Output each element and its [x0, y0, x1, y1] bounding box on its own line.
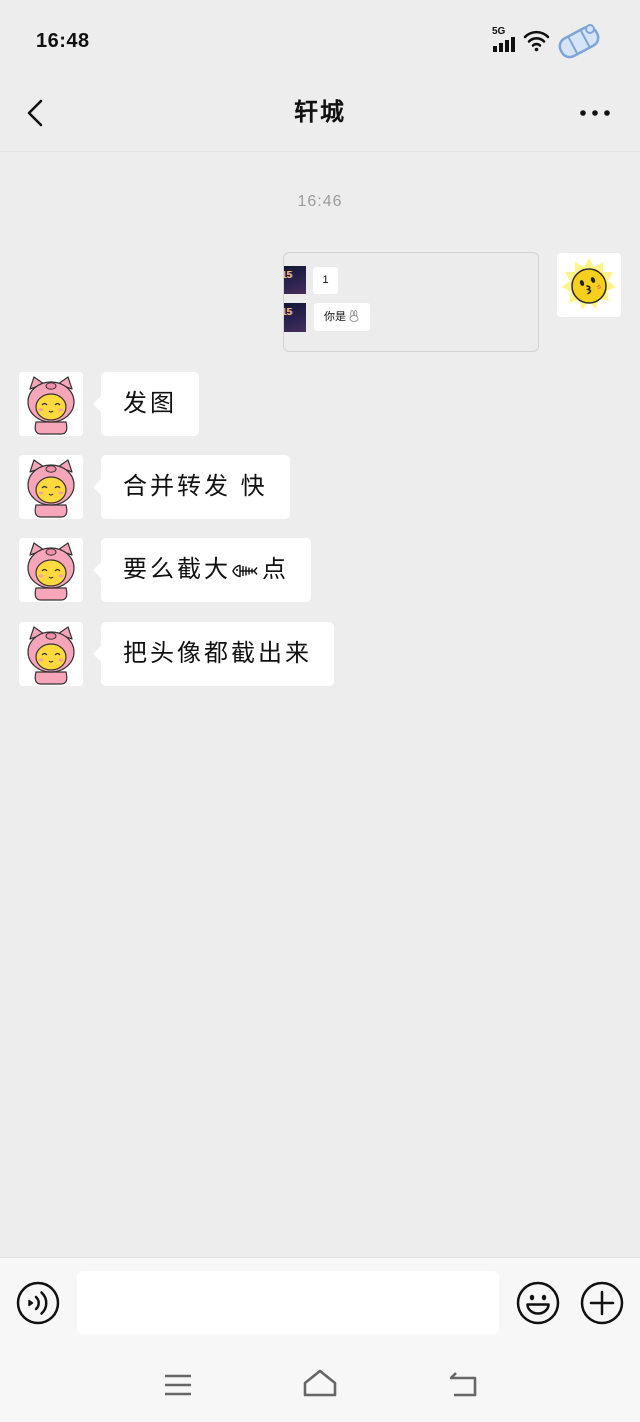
header-divider — [0, 151, 640, 152]
image-thumbnail: 15 — [284, 303, 306, 332]
bubble-tail — [93, 396, 101, 412]
message-bubble[interactable]: 要么截大 点 — [101, 538, 311, 602]
image-bubble: 你是 — [314, 303, 370, 331]
received-message: 把头像都截出来 — [0, 622, 640, 686]
bubble-tail — [93, 646, 101, 662]
message-text-before: 要么截大 — [123, 556, 231, 583]
thumbnail-text: 15 — [284, 270, 293, 281]
input-bar — [0, 1257, 640, 1422]
menu-icon[interactable] — [164, 1373, 192, 1397]
received-message: 发图 — [0, 372, 640, 436]
message-bubble[interactable]: 把头像都截出来 — [101, 622, 334, 686]
home-icon[interactable] — [302, 1368, 338, 1398]
thumbnail-text: 15 — [284, 307, 293, 318]
received-message: 要么截大 点 — [0, 538, 640, 602]
message-timestamp: 16:46 — [297, 193, 343, 210]
sent-image-message[interactable]: 15 1 15 你是 — [283, 252, 539, 352]
image-bubble-text: 你是 — [324, 311, 346, 323]
contact-avatar[interactable] — [19, 538, 83, 602]
message-text-after: 点 — [262, 556, 289, 583]
emoji-icon[interactable] — [516, 1281, 560, 1325]
image-bubble-text: 1 — [313, 267, 338, 294]
more-icon[interactable] — [579, 109, 611, 117]
voice-icon[interactable] — [16, 1281, 60, 1325]
bubble-tail — [93, 479, 101, 495]
fishbone-icon — [232, 564, 258, 577]
signal-indicator: 5G — [491, 27, 519, 53]
message-bubble[interactable]: 合并转发 快 — [101, 455, 290, 519]
rabbit-icon — [349, 310, 359, 322]
signal-icon — [493, 37, 515, 52]
message-input[interactable] — [77, 1271, 499, 1334]
wifi-icon — [523, 30, 550, 52]
contact-avatar[interactable] — [19, 372, 83, 436]
back-nav-icon[interactable] — [447, 1371, 479, 1399]
chat-title: 轩城 — [294, 99, 346, 126]
contact-avatar[interactable] — [19, 455, 83, 519]
contact-avatar[interactable] — [19, 622, 83, 686]
plus-icon[interactable] — [580, 1281, 624, 1325]
network-type-label: 5G — [492, 26, 506, 37]
bubble-tail — [93, 562, 101, 578]
received-message: 合并转发 快 — [0, 455, 640, 519]
my-avatar[interactable] — [557, 253, 621, 317]
sticker-icon — [558, 24, 600, 59]
message-bubble[interactable]: 发图 — [101, 372, 199, 436]
image-thumbnail: 15 — [284, 266, 306, 294]
status-time: 16:48 — [36, 30, 90, 52]
